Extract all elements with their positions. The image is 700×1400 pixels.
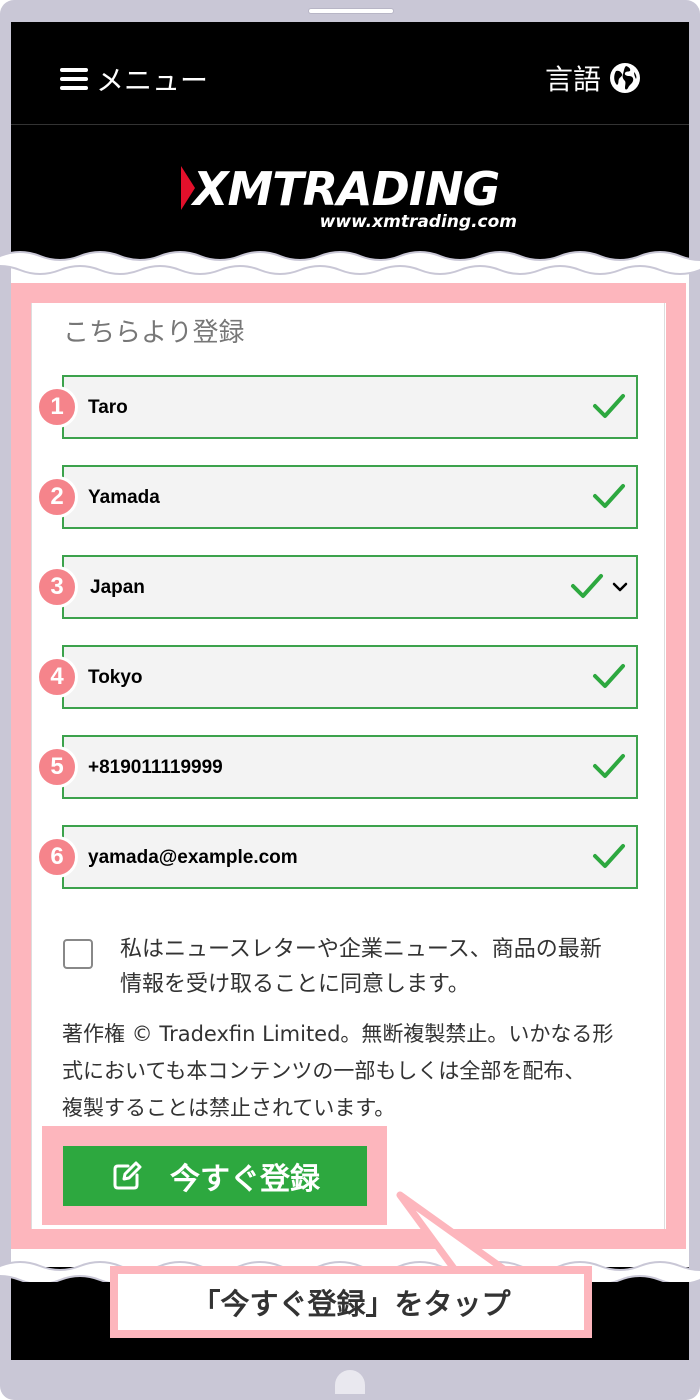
globe-icon <box>610 63 640 93</box>
checkmark-icon <box>593 664 625 688</box>
copyright-notice: 著作権 © Tradexfin Limited。無断複製禁止。いかなる形 式にお… <box>62 1016 644 1127</box>
city-field[interactable]: Tokyo <box>62 645 638 709</box>
chevron-down-icon <box>612 582 628 592</box>
home-button <box>335 1370 365 1394</box>
consent-line: 私はニュースレターや企業ニュース、商品の最新 <box>120 937 602 962</box>
phone-frame: メニュー 言語 XMTRADING www.xmtrading.com こちらよ <box>0 0 700 1400</box>
register-now-label: 今すぐ登録 <box>170 1162 320 1197</box>
step-badge-5: 5 <box>36 746 78 788</box>
step-badge-2: 2 <box>36 476 78 518</box>
torn-edge-top <box>0 251 700 275</box>
language-button[interactable]: 言語 <box>545 58 641 98</box>
xmtrading-logo: XMTRADING www.xmtrading.com <box>181 162 521 234</box>
checkmark-icon <box>571 574 603 598</box>
phone-speaker <box>308 8 394 14</box>
step-badge-1: 1 <box>36 386 78 428</box>
checkmark-icon <box>593 754 625 778</box>
first-name-field[interactable]: Taro <box>62 375 638 439</box>
copyright-line: 著作権 © Tradexfin Limited。無断複製禁止。いかなる形 <box>62 1022 614 1046</box>
menu-label: メニュー <box>96 64 209 97</box>
instruction-callout: 「今すぐ登録」をタップ <box>110 1266 592 1338</box>
language-label: 言語 <box>544 63 601 96</box>
last-name-field[interactable]: Yamada <box>62 465 638 529</box>
first-name-value: Taro <box>88 397 128 418</box>
callout-text: 「今すぐ登録」をタップ <box>191 1287 511 1321</box>
newsletter-consent-text: 私はニュースレターや企業ニュース、商品の最新 情報を受け取ることに同意します。 <box>120 932 640 1002</box>
logo-wordmark: XMTRADING <box>193 162 500 216</box>
email-field[interactable]: yamada@example.com <box>62 825 638 889</box>
logo-url: www.xmtrading.com <box>319 212 517 232</box>
newsletter-consent-checkbox[interactable] <box>63 939 93 969</box>
hamburger-icon <box>60 68 88 90</box>
pencil-edit-icon <box>113 1161 142 1190</box>
checkmark-icon <box>593 844 625 868</box>
step-badge-6: 6 <box>36 836 78 878</box>
city-value: Tokyo <box>88 667 143 688</box>
top-navigation-bar: メニュー 言語 <box>11 22 689 125</box>
country-select[interactable]: Japan <box>62 555 638 619</box>
form-title: こちらより登録 <box>63 318 245 348</box>
checkmark-icon <box>593 394 625 418</box>
step-badge-4: 4 <box>36 656 78 698</box>
menu-button[interactable]: メニュー <box>60 59 208 99</box>
phone-field[interactable]: +819011119999 <box>62 735 638 799</box>
checkmark-icon <box>593 484 625 508</box>
country-value: Japan <box>90 577 145 598</box>
consent-line: 情報を受け取ることに同意します。 <box>120 972 470 997</box>
copyright-line: 式においても本コンテンツの一部もしくは全部を配布、 <box>62 1059 586 1083</box>
register-now-button[interactable]: 今すぐ登録 <box>63 1146 367 1206</box>
copyright-line: 複製することは禁止されています。 <box>62 1096 396 1120</box>
last-name-value: Yamada <box>88 487 160 508</box>
phone-value: +819011119999 <box>88 757 223 778</box>
step-badge-3: 3 <box>36 566 78 608</box>
email-value: yamada@example.com <box>88 847 298 868</box>
